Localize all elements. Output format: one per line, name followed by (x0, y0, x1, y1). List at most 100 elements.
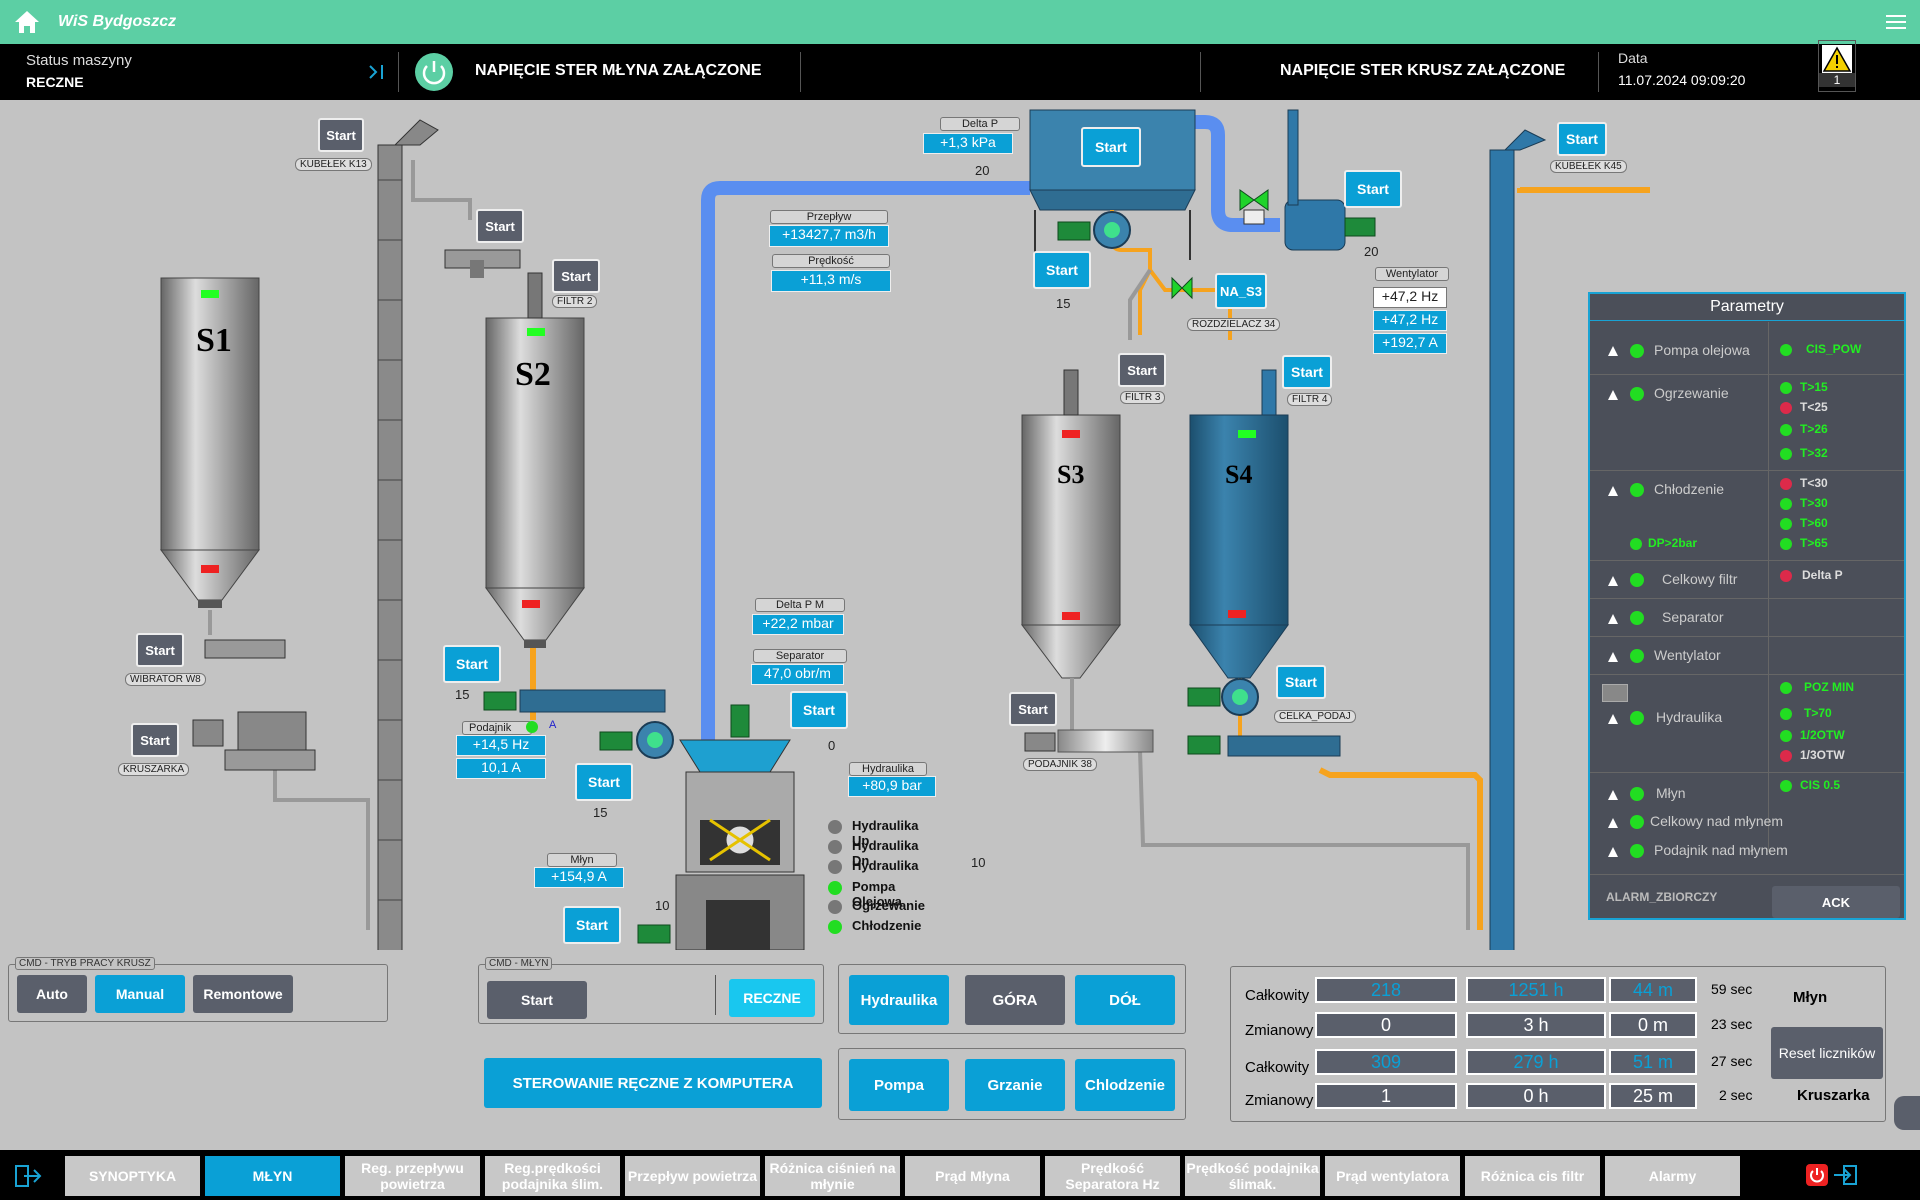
na-s3-button[interactable]: NA_S3 (1215, 273, 1267, 309)
nav-przeplyw-powietrza[interactable]: Przepływ powietrza (625, 1156, 760, 1196)
start-button-podajnik38[interactable]: Start (1009, 692, 1057, 726)
delta-p-alarm-dot (1780, 570, 1792, 582)
start-button-filtr3[interactable]: Start (1118, 353, 1166, 387)
hyd-dn-dot (828, 840, 842, 854)
start-button-k13[interactable]: Start (318, 118, 364, 152)
collapse-icon[interactable] (368, 64, 386, 80)
wentylator-current: +192,7 A (1373, 333, 1447, 354)
third-open-dot (1780, 750, 1792, 762)
nav-prad-mlyna[interactable]: Prąd Młyna (905, 1156, 1040, 1196)
start-button-filter[interactable]: Start (1081, 127, 1141, 167)
wentylator-hz-setpoint[interactable]: +47,2 Hz (1373, 287, 1447, 308)
alarm-indicator[interactable]: 1 (1818, 40, 1856, 92)
start-button-feeder-s2[interactable]: Start (476, 209, 524, 243)
start-button-filtr2[interactable]: Start (552, 259, 600, 293)
mlyn-shift-count: 0 (1315, 1012, 1457, 1038)
home-icon[interactable] (14, 10, 40, 34)
hamburger-menu-icon[interactable] (1886, 14, 1906, 30)
t32-label: T>32 (1800, 446, 1828, 460)
reset-counters-button[interactable]: Reset liczników (1771, 1027, 1883, 1079)
grzanie-button[interactable]: Grzanie (965, 1059, 1065, 1111)
hydraulika-button[interactable]: Hydraulika (849, 975, 949, 1025)
pompa-button[interactable]: Pompa (849, 1059, 949, 1111)
nav-roznica-cis-filtr[interactable]: Różnica cis filtr (1465, 1156, 1600, 1196)
tag-celka: CELKA_PODAJ (1274, 710, 1356, 723)
start-button-wibrator[interactable]: Start (136, 633, 184, 667)
tag-wibrator: WIBRATOR W8 (125, 673, 206, 686)
mlyn-setpoint: 10 (655, 898, 670, 913)
auto-button[interactable]: Auto (17, 975, 87, 1013)
start-button-separator[interactable]: Start (790, 691, 848, 729)
chlodzenie-button[interactable]: Chlodzenie (1075, 1059, 1175, 1111)
mlyn-reczne-button[interactable]: RECZNE (729, 979, 815, 1017)
exit-icon[interactable] (1832, 1164, 1858, 1186)
start-button-kruszarka[interactable]: Start (131, 723, 179, 757)
start-button-wentylator[interactable]: Start (1344, 170, 1402, 208)
elevator-k13 (377, 144, 403, 950)
nav-synoptyka[interactable]: SYNOPTYKA (65, 1156, 200, 1196)
param-chlodzenie: Chłodzenie (1654, 481, 1725, 497)
remontowe-button[interactable]: Remontowe (193, 975, 293, 1013)
nav-alarmy[interactable]: Alarmy (1605, 1156, 1740, 1196)
start-button-fan-mill[interactable]: Start (575, 763, 633, 801)
logout-icon[interactable] (14, 1164, 44, 1188)
podajnik-label: Podajnik (462, 721, 532, 735)
parametry-panel: Parametry Pompa olejowa CIS_POW Ogrzewan… (1588, 292, 1906, 920)
krusz-shift-count: 1 (1315, 1083, 1457, 1109)
start-button-podajnik[interactable]: Start (443, 645, 501, 683)
pompa-olejowa-dot (828, 881, 842, 895)
t15-dot (1780, 382, 1792, 394)
t30gt-dot (1780, 498, 1792, 510)
t70-label: T>70 (1804, 706, 1832, 720)
delta-p-value: +1,3 kPa (923, 133, 1013, 154)
parametry-title: Parametry (1590, 294, 1904, 321)
manual-button[interactable]: Manual (95, 975, 185, 1013)
start-button-mlyn[interactable]: Start (563, 906, 621, 944)
bottom-navigation: SYNOPTYKA MŁYN Reg. przepływu powietrza … (0, 1150, 1920, 1200)
nav-reg-przeplywu[interactable]: Reg. przepływu powietrza (345, 1156, 480, 1196)
t15-label: T>15 (1800, 380, 1828, 394)
side-drawer-handle[interactable] (1894, 1096, 1920, 1130)
tag-filtr4: FILTR 4 (1287, 393, 1333, 406)
wentylator-label: Wentylator (1375, 267, 1449, 281)
mlyn-total-hours: 1251 h (1466, 977, 1606, 1003)
silo-s4-title: S4 (1225, 460, 1253, 489)
start-button-fan-filter[interactable]: Start (1033, 251, 1091, 289)
warning-icon (1608, 847, 1618, 857)
cmd-tryb-pracy-krusz: CMD - TRYB PRACY KRUSZ Auto Manual Remon… (8, 957, 388, 1022)
dol-button[interactable]: DÓŁ (1075, 975, 1175, 1025)
hydraulics-controls: Hydraulika GÓRA DÓŁ (838, 964, 1186, 1034)
krusz-total-hours: 279 h (1466, 1049, 1606, 1075)
krusz-total-count: 309 (1315, 1049, 1457, 1075)
start-button-filtr4[interactable]: Start (1282, 355, 1332, 389)
ack-button[interactable]: ACK (1772, 886, 1900, 918)
nav-mlyn[interactable]: MŁYN (205, 1156, 340, 1196)
nav-prad-wentylatora[interactable]: Prąd wentylatora (1325, 1156, 1460, 1196)
counter-label-calk-krusz: Całkowity (1245, 1059, 1310, 1076)
manual-pc-control-button[interactable]: STEROWANIE RĘCZNE Z KOMPUTERA (484, 1058, 822, 1108)
start-button-k45[interactable]: Start (1557, 122, 1607, 156)
mlyn-total-sec: 59 sec (1711, 981, 1753, 997)
celkowy-nad-mlynem-status (1630, 815, 1644, 829)
nav-predkosc-separatora[interactable]: Prędkość Separatora Hz (1045, 1156, 1180, 1196)
t60-label: T>60 (1800, 516, 1828, 530)
dp2bar-dot (1630, 538, 1642, 550)
hydraulika-toggle[interactable] (1602, 684, 1628, 702)
app-title: WiS Bydgoszcz (58, 13, 177, 30)
alarm-zbiorczy-label: ALARM_ZBIORCZY (1606, 890, 1718, 904)
silo-s2-title: S2 (515, 356, 551, 393)
fan-mill-setpoint: 15 (593, 805, 608, 820)
hyd-up-dot (828, 820, 842, 834)
nav-reg-predkosci[interactable]: Reg.prędkości podajnika ślim. (485, 1156, 620, 1196)
ogrzewanie-dot (828, 900, 842, 914)
start-button-celka[interactable]: Start (1276, 665, 1326, 699)
t65-dot (1780, 538, 1792, 550)
nav-roznica-cisnien[interactable]: Różnica ciśnień na młynie (765, 1156, 900, 1196)
gora-button[interactable]: GÓRA (965, 975, 1065, 1025)
mlyn-shift-min: 0 m (1609, 1012, 1697, 1038)
shutdown-icon[interactable] (1806, 1164, 1828, 1186)
mlyn-start-button[interactable]: Start (487, 981, 587, 1019)
t60-dot (1780, 518, 1792, 530)
podajnik-setpoint: 15 (455, 687, 470, 702)
nav-predkosc-podajnika[interactable]: Prędkość podajnika ślimak. (1185, 1156, 1320, 1196)
